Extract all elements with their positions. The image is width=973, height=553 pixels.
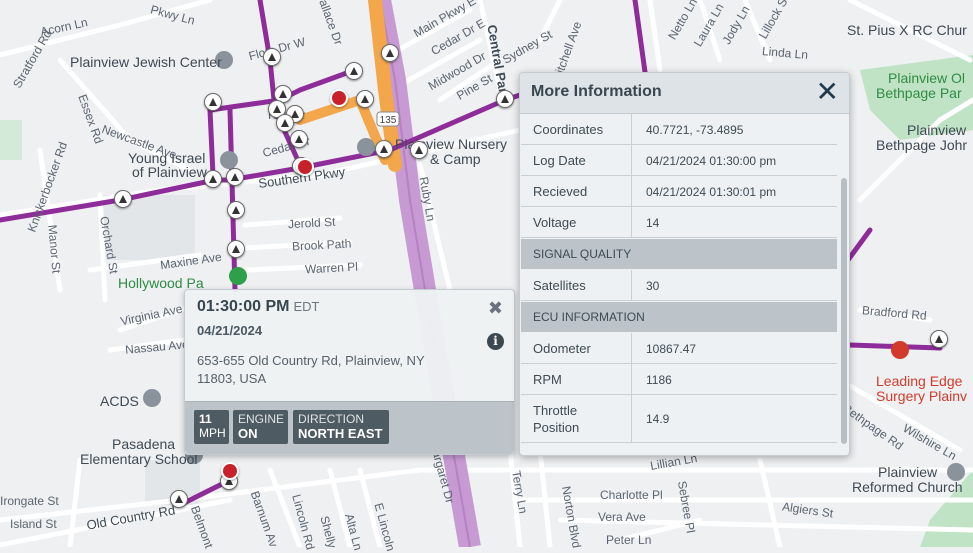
vehicle-position-marker[interactable]: [410, 141, 428, 159]
direction-label: DIRECTION: [298, 412, 364, 426]
poi-label[interactable]: & Camp: [430, 151, 481, 167]
vehicle-position-marker[interactable]: [381, 44, 399, 62]
row-label: Recieved: [533, 184, 588, 199]
row-value: 14: [646, 216, 660, 230]
vehicle-position-marker[interactable]: [114, 190, 132, 208]
info-row: Throttle Position 14.9: [521, 395, 837, 443]
speed-badge: 11 MPH: [194, 410, 229, 444]
close-icon[interactable]: ✕: [816, 77, 839, 107]
vehicle-position-marker[interactable]: [375, 140, 393, 158]
vehicle-position-marker[interactable]: [263, 48, 281, 66]
info-row: Recieved 04/21/2024 01:30:01 pm: [521, 176, 837, 207]
poi-label[interactable]: St. Pius X RC Chur: [847, 22, 967, 38]
row-value: 04/21/2024 01:30:01 pm: [646, 185, 777, 199]
vehicle-position-marker[interactable]: [345, 62, 363, 80]
panel-scrollbar[interactable]: [841, 178, 847, 444]
info-row: Coordinates 40.7721, -73.4895: [521, 114, 837, 145]
poi-label[interactable]: Pasadena: [112, 436, 175, 452]
section-header-ecu-information: ECU Information: [521, 302, 837, 332]
highway-shield-label: 135: [380, 115, 397, 126]
street-label: Island St: [10, 517, 57, 531]
row-value: 30: [646, 279, 660, 293]
row-value: 1186: [646, 373, 672, 387]
vehicle-position-marker[interactable]: [204, 93, 222, 111]
popup-address: 653-655 Old Country Rd, Plainview, NY 11…: [197, 352, 457, 388]
vehicle-position-marker[interactable]: [204, 170, 222, 188]
street-label: Vera Ave: [598, 510, 646, 524]
info-row: Odometer 10867.47: [521, 333, 837, 364]
engine-badge: ENGINE ON: [233, 410, 288, 444]
row-label: Coordinates: [533, 122, 604, 137]
row-label: Odometer: [533, 341, 591, 356]
street-label: Warren Pl: [304, 259, 359, 277]
row-value: 04/21/2024 01:30:00 pm: [646, 154, 777, 168]
stop-marker[interactable]: [221, 462, 239, 480]
vehicle-position-marker[interactable]: [276, 114, 294, 132]
info-icon[interactable]: i: [487, 333, 504, 350]
popup-timezone: EDT: [293, 299, 320, 314]
speed-value: 11: [199, 412, 212, 426]
info-row: Log Date 04/21/2024 01:30:00 pm: [521, 145, 837, 176]
direction-badge: DIRECTION NORTH EAST: [293, 410, 389, 444]
street-label: Charlotte Pl: [600, 488, 663, 502]
row-value: 10867.47: [646, 342, 697, 356]
poi-label[interactable]: ACDS: [100, 393, 139, 409]
info-row: Voltage 14: [521, 207, 837, 238]
street-label: Jerold St: [287, 214, 336, 232]
vehicle-position-marker[interactable]: [227, 201, 245, 219]
vehicle-position-marker[interactable]: [290, 130, 308, 148]
poi-label[interactable]: Bethpage Johr: [876, 137, 967, 153]
address-line: 653-655 Old Country Rd, Plainview, NY: [197, 353, 425, 368]
vehicle-position-marker[interactable]: [356, 90, 374, 108]
popup-time: 01:30:00 PM EDT: [197, 298, 320, 315]
panel-header: More Information ✕: [520, 73, 849, 114]
poi-label[interactable]: Leading Edge: [876, 373, 962, 389]
row-label: Voltage: [533, 215, 577, 230]
popup-date: 04/21/2024: [197, 323, 263, 338]
vehicle-position-marker[interactable]: [170, 490, 188, 508]
stop-marker[interactable]: [330, 89, 348, 107]
street-label: Irongate St: [0, 494, 59, 508]
section-header-signal-quality: Signal Quality: [521, 239, 837, 269]
panel-body[interactable]: Coordinates 40.7721, -73.4895 Log Date 0…: [520, 114, 837, 455]
vehicle-position-marker[interactable]: [496, 90, 514, 108]
vehicle-position-marker[interactable]: [227, 240, 245, 258]
info-row: Satellites 30: [521, 270, 837, 301]
row-value: 40.7721, -73.4895: [646, 123, 744, 137]
engine-label: ENGINE: [238, 412, 285, 426]
location-info-popup: 01:30:00 PM EDT 04/21/2024 653-655 Old Co…: [184, 289, 515, 455]
row-label: Satellites: [533, 278, 586, 293]
row-label: Throttle Position: [533, 403, 580, 435]
poi-label[interactable]: Reformed Church: [852, 479, 963, 495]
poi-label[interactable]: Plainview: [907, 122, 966, 138]
status-badge-strip: 11 MPH ENGINE ON DIRECTION NORTH EAST: [185, 401, 514, 454]
panel-title: More Information: [531, 83, 662, 100]
more-information-panel: More Information ✕ Coordinates 40.7721, …: [519, 72, 850, 456]
speed-unit: MPH: [199, 426, 226, 440]
poi-label[interactable]: Plainview: [878, 464, 937, 480]
poi-label[interactable]: Plainview Ol: [888, 70, 965, 86]
street-label: Peter Ln: [606, 533, 652, 547]
vehicle-position-marker[interactable]: [930, 330, 948, 348]
poi-label[interactable]: Surgery Plainv: [876, 388, 967, 404]
info-row: RPM 1186: [521, 364, 837, 395]
poi-label[interactable]: Elementary School: [80, 451, 198, 467]
poi-label[interactable]: of Plainview: [132, 164, 207, 180]
poi-label[interactable]: Plainview Jewish Center: [70, 54, 222, 70]
row-value: 14.9: [646, 412, 670, 426]
stop-marker[interactable]: [296, 158, 314, 176]
popup-close-icon[interactable]: ✖: [488, 298, 503, 319]
vehicle-position-marker[interactable]: [226, 168, 244, 186]
direction-value: NORTH EAST: [298, 426, 383, 441]
engine-value: ON: [238, 426, 258, 441]
poi-label[interactable]: Bethpage Par: [876, 85, 962, 101]
row-label: RPM: [533, 372, 562, 387]
row-label: Log Date: [533, 153, 586, 168]
address-line: 11803, USA: [197, 371, 267, 386]
